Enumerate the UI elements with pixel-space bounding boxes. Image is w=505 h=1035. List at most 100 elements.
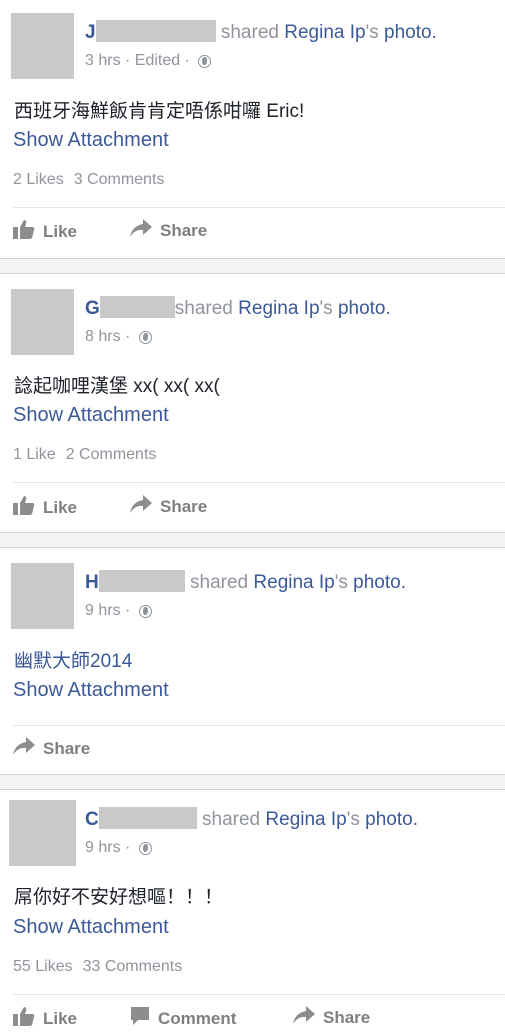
likes-count[interactable]: 55 Likes: [13, 958, 73, 975]
like-label: Like: [43, 221, 78, 241]
post-text[interactable]: 幽默大師2014: [14, 646, 132, 673]
avatar[interactable]: [11, 289, 74, 355]
post-meta: 8 hrs ·: [85, 328, 152, 346]
like-button[interactable]: Like: [13, 495, 77, 520]
shared-text: shared: [190, 572, 249, 593]
photo-link[interactable]: photo.: [338, 298, 391, 319]
owner-link[interactable]: Regina Ip: [238, 298, 319, 319]
like-label: Like: [43, 1008, 78, 1028]
comments-count[interactable]: 33 Comments: [83, 958, 183, 975]
post-text: 西班牙海鮮飯肯肯定唔係咁囉 Eric!: [14, 96, 304, 123]
post-separator: [0, 532, 505, 548]
post-text-latin: Eric!: [261, 101, 305, 122]
post-text-cjk: 屌你好不安好想嘔！！！: [14, 886, 224, 908]
share-label: Share: [323, 1007, 371, 1027]
likes-count[interactable]: 2 Likes: [13, 171, 64, 188]
globe-icon[interactable]: [138, 605, 152, 618]
thumbs-up-icon: [13, 219, 35, 244]
post-header: Gshared Regina Ip's photo.: [85, 296, 391, 320]
author-name[interactable]: C: [85, 809, 99, 830]
share-button[interactable]: Share: [13, 737, 90, 760]
divider: [13, 482, 505, 483]
owner-suffix: 's: [334, 572, 348, 593]
owner-link[interactable]: Regina Ip: [284, 22, 365, 43]
edited-label[interactable]: Edited: [135, 52, 180, 69]
thumbs-up-icon: [13, 1006, 35, 1031]
owner-suffix: 's: [319, 298, 333, 319]
show-attachment-link[interactable]: Show Attachment: [13, 129, 169, 152]
likes-count[interactable]: 1 Like: [13, 446, 56, 463]
post-text-cjk: 西班牙海鮮飯肯肯定唔係咁囉: [14, 100, 262, 122]
timestamp[interactable]: 9 hrs: [85, 839, 121, 856]
divider: [13, 725, 505, 726]
post-counts: 2 Likes 3 Comments: [13, 171, 164, 189]
divider: [13, 994, 505, 995]
post-text: 屌你好不安好想嘔！！！: [14, 882, 223, 909]
timestamp[interactable]: 8 hrs: [85, 328, 121, 345]
share-button[interactable]: Share: [293, 1006, 370, 1029]
comments-count[interactable]: 3 Comments: [74, 171, 165, 188]
globe-icon[interactable]: [198, 55, 212, 68]
avatar[interactable]: [11, 13, 74, 79]
comment-label: Comment: [158, 1008, 237, 1028]
post-text: 諗起咖哩漢堡 xx( xx( xx(: [14, 371, 220, 398]
comments-count[interactable]: 2 Comments: [66, 446, 157, 463]
post-meta: 9 hrs ·: [85, 839, 152, 857]
timestamp[interactable]: 9 hrs: [85, 602, 121, 619]
feed-post: J shared Regina Ip's photo. 3 hrs · Edit…: [0, 0, 505, 258]
redacted-name: [95, 20, 216, 42]
thumbs-up-icon: [13, 495, 35, 520]
post-separator: [0, 258, 505, 274]
post-counts: 55 Likes 33 Comments: [13, 958, 182, 976]
show-attachment-link[interactable]: Show Attachment: [13, 916, 169, 939]
post-text-latin: 2014: [90, 651, 133, 672]
post-text-latin: xx( xx( xx(: [128, 376, 220, 397]
feed-post: C shared Regina Ip's photo. 9 hrs · 屌你好不…: [0, 790, 505, 1035]
share-arrow-icon: [293, 1006, 315, 1029]
share-button[interactable]: Share: [130, 495, 207, 518]
comment-button[interactable]: Comment: [130, 1006, 236, 1031]
shared-text: shared: [202, 809, 261, 830]
share-label: Share: [43, 738, 91, 758]
avatar[interactable]: [11, 563, 74, 629]
share-arrow-icon: [13, 737, 35, 760]
redacted-name: [99, 296, 175, 318]
like-button[interactable]: Like: [13, 1006, 77, 1031]
author-name[interactable]: H: [85, 572, 99, 593]
comment-bubble-icon: [130, 1006, 150, 1031]
like-button[interactable]: Like: [13, 219, 77, 244]
globe-icon[interactable]: [138, 331, 152, 344]
share-label: Share: [160, 220, 208, 240]
globe-icon[interactable]: [138, 842, 152, 855]
show-attachment-link[interactable]: Show Attachment: [13, 679, 169, 702]
feed-post: H shared Regina Ip's photo. 9 hrs · 幽默大師…: [0, 548, 505, 774]
post-header: H shared Regina Ip's photo.: [85, 570, 406, 594]
owner-suffix: 's: [346, 809, 360, 830]
divider: [13, 207, 505, 208]
avatar[interactable]: [9, 800, 76, 866]
share-button[interactable]: Share: [130, 219, 207, 242]
feed-post: Gshared Regina Ip's photo. 8 hrs · 諗起咖哩漢…: [0, 274, 505, 532]
owner-link[interactable]: Regina Ip: [265, 809, 346, 830]
photo-link[interactable]: photo.: [365, 809, 418, 830]
shared-text: shared: [220, 22, 279, 43]
redacted-name: [98, 807, 197, 829]
post-separator: [0, 774, 505, 790]
post-counts: 1 Like 2 Comments: [13, 446, 156, 464]
share-arrow-icon: [130, 495, 152, 518]
shared-text: shared: [174, 298, 233, 319]
post-meta: 3 hrs · Edited ·: [85, 52, 212, 70]
post-meta: 9 hrs ·: [85, 602, 152, 620]
timestamp[interactable]: 3 hrs: [85, 52, 121, 69]
post-header: C shared Regina Ip's photo.: [85, 807, 418, 831]
author-name[interactable]: J: [85, 22, 96, 43]
post-text-cjk: 幽默大師: [14, 650, 91, 672]
owner-link[interactable]: Regina Ip: [253, 572, 334, 593]
redacted-name: [98, 570, 185, 592]
share-arrow-icon: [130, 219, 152, 242]
author-name[interactable]: G: [85, 298, 100, 319]
photo-link[interactable]: photo.: [353, 572, 406, 593]
photo-link[interactable]: photo.: [384, 22, 437, 43]
like-label: Like: [43, 497, 78, 517]
show-attachment-link[interactable]: Show Attachment: [13, 404, 169, 427]
